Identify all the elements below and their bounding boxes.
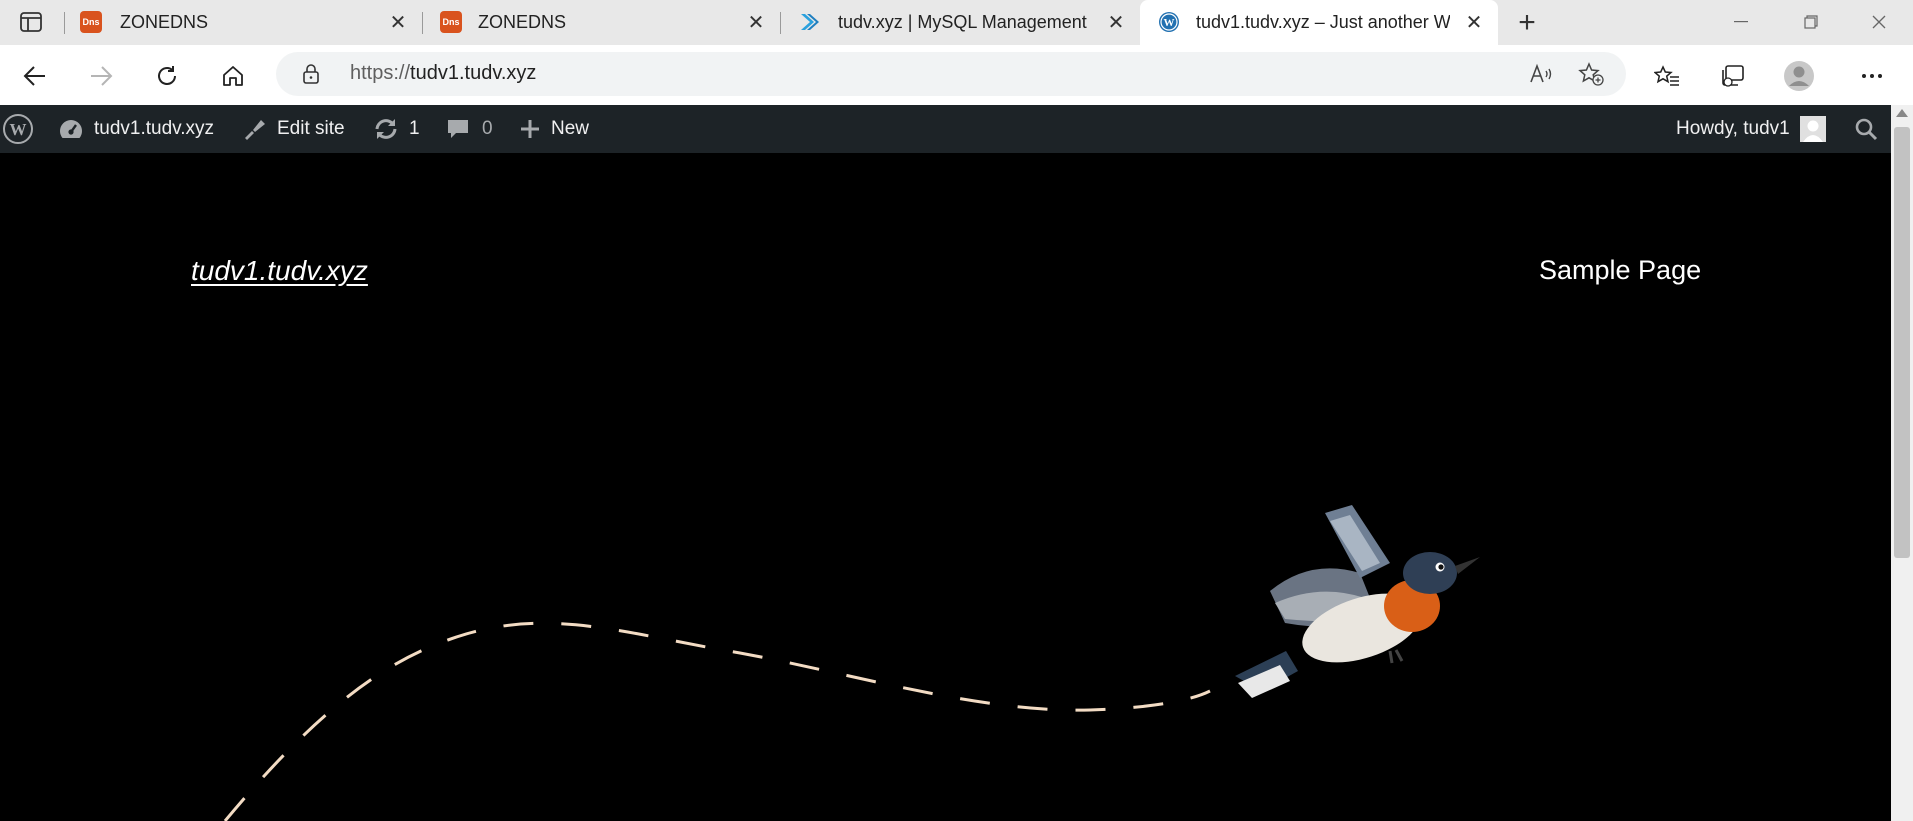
scroll-up-arrow-icon[interactable] [1896, 109, 1908, 117]
profile-avatar-icon[interactable] [1782, 59, 1816, 93]
tab-separator [64, 12, 65, 34]
new-content-link[interactable]: New [519, 105, 589, 153]
tab-title: tudv1.tudv.xyz – Just another Wo [1196, 12, 1450, 32]
flight-path-dashed-line [223, 621, 1211, 821]
collections-icon[interactable] [1716, 59, 1750, 93]
tab-wordpress-site[interactable]: W tudv1.tudv.xyz – Just another Wo ✕ [1140, 0, 1498, 45]
tab-zonedns-2[interactable]: Dns ZONEDNS ✕ [422, 0, 778, 45]
lock-icon[interactable] [302, 63, 320, 90]
dashboard-gauge-icon [59, 120, 83, 138]
wordpress-icon: W [1158, 11, 1180, 33]
comment-bubble-icon [448, 120, 468, 138]
user-avatar-icon [1799, 116, 1826, 142]
bird-icon [1235, 505, 1480, 698]
reload-icon[interactable] [150, 59, 184, 93]
plus-icon [521, 120, 539, 138]
brush-icon [245, 120, 265, 140]
read-aloud-icon[interactable] [1524, 57, 1558, 91]
comments-link[interactable]: 0 [446, 105, 493, 153]
hero-illustration [223, 505, 1480, 821]
search-icon[interactable] [1854, 105, 1878, 153]
dns-favicon-icon: Dns [440, 11, 462, 33]
mysql-chevron-icon [798, 11, 820, 33]
add-favorite-icon[interactable] [1574, 57, 1608, 91]
tab-title: ZONEDNS [478, 12, 567, 32]
edit-site-link[interactable]: Edit site [241, 105, 345, 153]
tab-separator [780, 12, 781, 34]
browser-tab-strip: Dns ZONEDNS ✕ Dns ZONEDNS ✕ tudv.xyz | M… [0, 0, 1913, 45]
tab-close-icon[interactable]: ✕ [746, 12, 766, 34]
wordpress-logo-icon[interactable]: W [2, 105, 34, 153]
tab-mysql-management[interactable]: tudv.xyz | MySQL Management ✕ [780, 0, 1138, 45]
tab-title: tudv.xyz | MySQL Management [838, 12, 1087, 32]
svg-text:W: W [10, 120, 27, 139]
favorites-icon[interactable] [1650, 59, 1684, 93]
tab-close-icon[interactable]: ✕ [1464, 12, 1484, 34]
tab-title: ZONEDNS [120, 12, 209, 32]
new-tab-plus-icon[interactable]: + [1510, 6, 1544, 40]
back-arrow-icon[interactable] [18, 59, 52, 93]
scrollbar-thumb[interactable] [1894, 127, 1910, 558]
page-scrollbar[interactable] [1891, 105, 1913, 821]
updates-link[interactable]: 1 [373, 105, 420, 153]
minimize-icon[interactable] [1718, 8, 1764, 36]
window-close-icon[interactable] [1856, 8, 1902, 36]
restore-icon[interactable] [1788, 8, 1834, 36]
forward-arrow-icon[interactable] [84, 59, 118, 93]
tab-zonedns-1[interactable]: Dns ZONEDNS ✕ [64, 0, 420, 45]
tab-separator [422, 12, 423, 34]
site-page: tudv1.tudv.xyz Sample Page [0, 153, 1891, 821]
wp-admin-bar: W tudv1.tudv.xyz Edit site 1 0 New Howdy… [0, 105, 1891, 153]
tab-close-icon[interactable]: ✕ [388, 12, 408, 34]
tab-close-icon[interactable]: ✕ [1106, 12, 1126, 34]
home-icon[interactable] [216, 59, 250, 93]
my-account-link[interactable]: Howdy, tudv1 [1676, 105, 1826, 153]
site-name-link[interactable]: tudv1.tudv.xyz [58, 105, 214, 153]
more-options-icon[interactable] [1855, 59, 1889, 93]
address-bar[interactable]: https://tudv1.tudv.xyz [276, 52, 1626, 96]
svg-text:W: W [1164, 17, 1175, 29]
updates-refresh-icon [375, 119, 397, 139]
dns-favicon-icon: Dns [80, 11, 102, 33]
tab-actions-icon[interactable] [10, 8, 52, 36]
url-text: https://tudv1.tudv.xyz [350, 62, 537, 84]
browser-toolbar: https://tudv1.tudv.xyz [0, 45, 1913, 106]
